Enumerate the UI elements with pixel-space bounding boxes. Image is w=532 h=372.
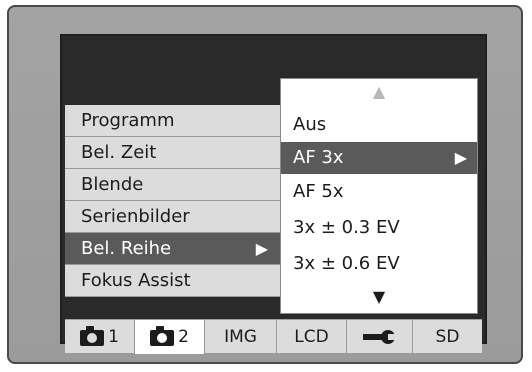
tab-label: IMG [224,327,257,347]
tab-lcd[interactable]: LCD [277,320,347,354]
scroll-up-icon[interactable]: ▲ [281,81,477,103]
menu-item-blende[interactable]: Blende [65,169,280,201]
tab-camera-2[interactable]: 2 [135,320,205,354]
submenu-item-label: 3x ± 0.6 EV [293,253,400,274]
menu-item-programm[interactable]: Programm [65,105,280,137]
menu-tab-bar: 1 2 IMG LCD SD [65,319,482,354]
submenu-item-label: 3x ± 0.3 EV [293,217,400,238]
menu-item-label: Serienbilder [81,206,190,227]
menu-item-bel-zeit[interactable]: Bel. Zeit [65,137,280,169]
menu-item-fokus-assist[interactable]: Fokus Assist [65,265,280,297]
submenu-item-3x-0-3-ev[interactable]: 3x ± 0.3 EV [281,212,477,244]
tab-label: 2 [178,327,189,347]
submenu-item-af-3x[interactable]: AF 3x ▶ [281,142,477,174]
submenu-item-label: AF 3x [293,147,344,168]
tab-label: 1 [108,327,119,347]
tab-setup[interactable] [347,320,413,354]
tab-sd[interactable]: SD [413,320,482,354]
tab-img[interactable]: IMG [205,320,277,354]
submenu-item-af-5x[interactable]: AF 5x [281,176,477,208]
submenu-item-label: AF 5x [293,181,344,202]
menu-item-serienbilder[interactable]: Serienbilder [65,201,280,233]
camera-icon [150,326,175,346]
menu-item-label: Programm [81,110,175,131]
submenu-item-label: Aus [293,114,327,135]
bracketing-submenu: ▲ Aus AF 3x ▶ AF 5x 3x ± 0.3 EV 3x ± 0.6… [280,78,478,314]
menu-item-label: Bel. Zeit [81,142,157,163]
camera-icon [80,326,105,346]
menu-item-bel-reihe[interactable]: Bel. Reihe ▶ [65,233,280,265]
menu-item-label: Blende [81,174,144,195]
tab-label: LCD [294,327,329,347]
submenu-item-aus[interactable]: Aus [281,109,477,141]
shooting-menu: Programm Bel. Zeit Blende Serienbilder B… [65,105,280,297]
arrow-right-icon: ▶ [454,148,467,167]
menu-item-label: Bel. Reihe [81,238,172,259]
submenu-item-3x-0-6-ev[interactable]: 3x ± 0.6 EV [281,248,477,280]
scroll-down-icon[interactable]: ▼ [281,287,477,307]
tab-camera-1[interactable]: 1 [65,320,135,354]
wrench-icon [362,330,397,344]
tab-label: SD [435,327,460,347]
arrow-right-icon: ▶ [255,239,268,258]
menu-item-label: Fokus Assist [81,270,191,291]
